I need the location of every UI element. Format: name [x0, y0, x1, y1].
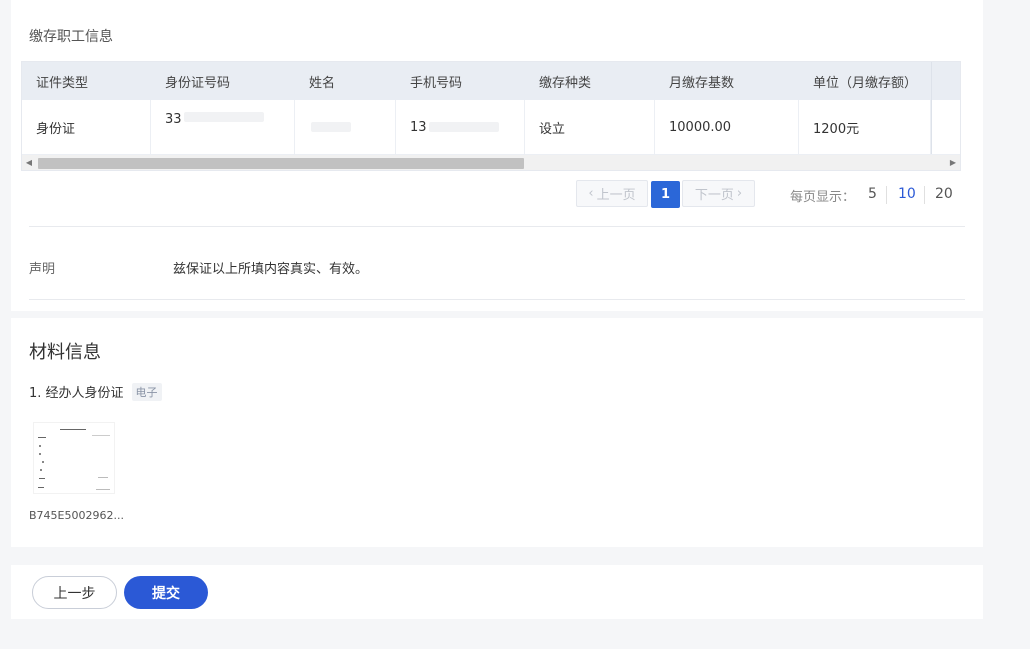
col-header-extra	[931, 62, 960, 100]
material-item: 1. 经办人身份证 电子	[29, 382, 162, 401]
divider	[29, 226, 965, 227]
col-header-name: 姓名	[309, 75, 336, 91]
thumb-line	[96, 489, 110, 490]
prev-page-label: 上一页	[596, 188, 636, 203]
page-number-current[interactable]: 1	[651, 181, 680, 208]
thumb-line	[92, 435, 110, 436]
cell-monthly-base: 10000.00	[655, 100, 799, 154]
cell-name	[295, 100, 396, 154]
next-page-label: 下一页	[694, 188, 734, 203]
col-header-unit-amount: 单位（月缴存额）	[813, 75, 918, 91]
cell-extra	[931, 100, 960, 154]
id-number-prefix: 33	[165, 112, 182, 127]
cell-phone: 13	[396, 100, 525, 154]
col-header-deposit-type: 缴存种类	[539, 75, 592, 91]
cell-id-number: 33	[151, 100, 295, 154]
document-thumbnail[interactable]	[33, 422, 115, 494]
redacted-block	[428, 122, 499, 132]
separator	[924, 186, 925, 204]
thumb-line	[60, 429, 86, 430]
horizontal-scrollbar[interactable]: ◀ ▶	[22, 155, 960, 170]
per-page-option-20[interactable]: 20	[935, 186, 953, 202]
thumb-line	[98, 477, 108, 478]
materials-card: 材料信息 1. 经办人身份证 电子 B745E5002962...	[11, 318, 983, 547]
declaration-label: 声明	[29, 262, 56, 277]
col-header-phone: 手机号码	[410, 75, 463, 91]
scroll-right-icon[interactable]: ▶	[949, 158, 957, 168]
material-item-label: 1. 经办人身份证	[29, 386, 124, 401]
scrollbar-thumb[interactable]	[38, 158, 524, 169]
redacted-block	[311, 122, 351, 132]
cell-unit-amount: 1200元	[799, 100, 931, 154]
per-page-option-5[interactable]: 5	[868, 186, 877, 202]
chevron-right-icon: ›	[736, 186, 743, 201]
scroll-left-icon[interactable]: ◀	[25, 158, 33, 168]
thumb-line	[38, 487, 44, 488]
table-row[interactable]: 身份证 33 13 设立 10000.00 1200元	[22, 100, 960, 155]
material-type-tag: 电子	[131, 382, 162, 401]
redacted-block	[183, 112, 264, 122]
workers-table: 证件类型 身份证号码 姓名 手机号码 缴存种类 月缴存基数 单位（月缴存额） 身…	[21, 61, 961, 171]
worker-info-card: 缴存职工信息 证件类型 身份证号码 姓名 手机号码 缴存种类 月缴存基数 单位（…	[11, 0, 983, 311]
cell-deposit-type: 设立	[525, 100, 655, 154]
thumb-dot	[39, 453, 41, 455]
per-page-label: 每页显示：	[790, 190, 856, 205]
file-name[interactable]: B745E5002962...	[29, 509, 124, 522]
next-page-button[interactable]: 下一页 ›	[682, 180, 755, 207]
divider	[29, 299, 965, 300]
cell-id-type: 身份证	[22, 100, 151, 154]
table-header: 证件类型 身份证号码 姓名 手机号码 缴存种类 月缴存基数 单位（月缴存额）	[22, 62, 960, 100]
section-label-workers: 缴存职工信息	[29, 29, 113, 45]
thumb-dot	[40, 469, 42, 471]
submit-button[interactable]: 提交	[124, 576, 208, 609]
chevron-left-icon: ‹	[588, 186, 594, 201]
actions-card: 上一步 提交	[11, 565, 983, 619]
thumb-dot	[39, 445, 41, 447]
materials-title: 材料信息	[29, 342, 101, 363]
thumb-line	[39, 478, 45, 479]
prev-page-button[interactable]: ‹ 上一页	[576, 180, 648, 207]
col-header-id-number: 身份证号码	[165, 75, 231, 91]
col-header-id-type: 证件类型	[36, 75, 89, 91]
phone-prefix: 13	[410, 119, 427, 135]
thumb-dot	[42, 461, 44, 463]
previous-step-button[interactable]: 上一步	[32, 576, 117, 609]
per-page-option-10[interactable]: 10	[898, 186, 916, 202]
separator	[886, 186, 887, 204]
thumb-line	[38, 437, 46, 438]
col-header-monthly-base: 月缴存基数	[669, 75, 735, 91]
declaration-text: 兹保证以上所填内容真实、有效。	[173, 262, 369, 277]
